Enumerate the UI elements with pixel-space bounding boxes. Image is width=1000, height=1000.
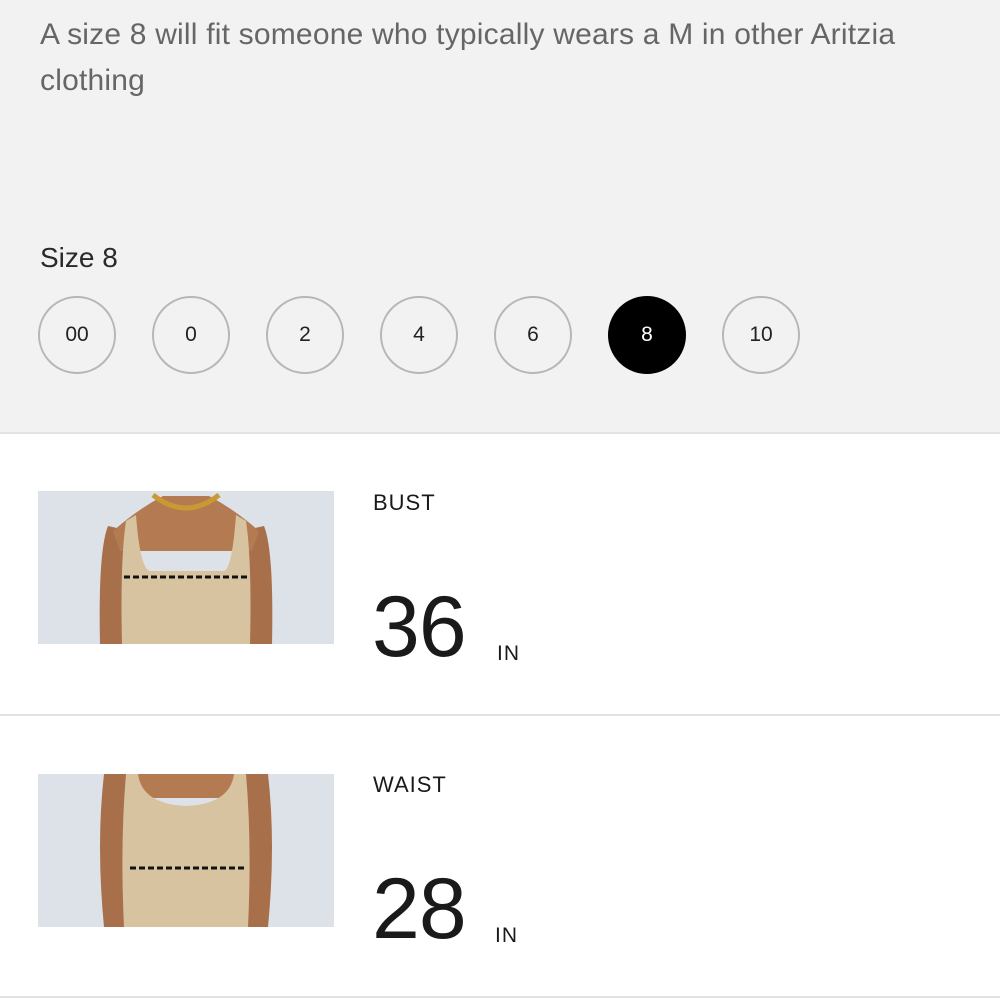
- size-options: 00 0 2 4 6 8 10: [38, 296, 836, 374]
- size-option-10[interactable]: 10: [722, 296, 800, 374]
- measurement-unit-waist: IN: [495, 924, 518, 947]
- bust-measurement-photo: [38, 491, 334, 644]
- bust-measurement-row: BUST 36 IN: [0, 434, 1000, 716]
- divider: [0, 996, 1000, 998]
- fit-note: A size 8 will fit someone who typically …: [40, 18, 896, 97]
- size-option-8[interactable]: 8: [608, 296, 686, 374]
- size-option-00[interactable]: 00: [38, 296, 116, 374]
- measurement-label-bust: BUST: [373, 490, 436, 515]
- measurement-unit-bust: IN: [497, 642, 520, 665]
- size-option-0[interactable]: 0: [152, 296, 230, 374]
- selected-size-label: Size 8: [40, 242, 118, 273]
- measurement-value-waist: 28: [372, 861, 467, 957]
- measurement-value-bust: 36: [372, 579, 467, 675]
- waist-measurement-row: WAIST 28 IN: [0, 716, 1000, 998]
- waist-measurement-photo: [38, 774, 334, 927]
- measurement-label-waist: WAIST: [373, 772, 447, 797]
- size-selector-panel: A size 8 will fit someone who typically …: [0, 0, 1000, 432]
- size-option-2[interactable]: 2: [266, 296, 344, 374]
- size-option-6[interactable]: 6: [494, 296, 572, 374]
- size-option-4[interactable]: 4: [380, 296, 458, 374]
